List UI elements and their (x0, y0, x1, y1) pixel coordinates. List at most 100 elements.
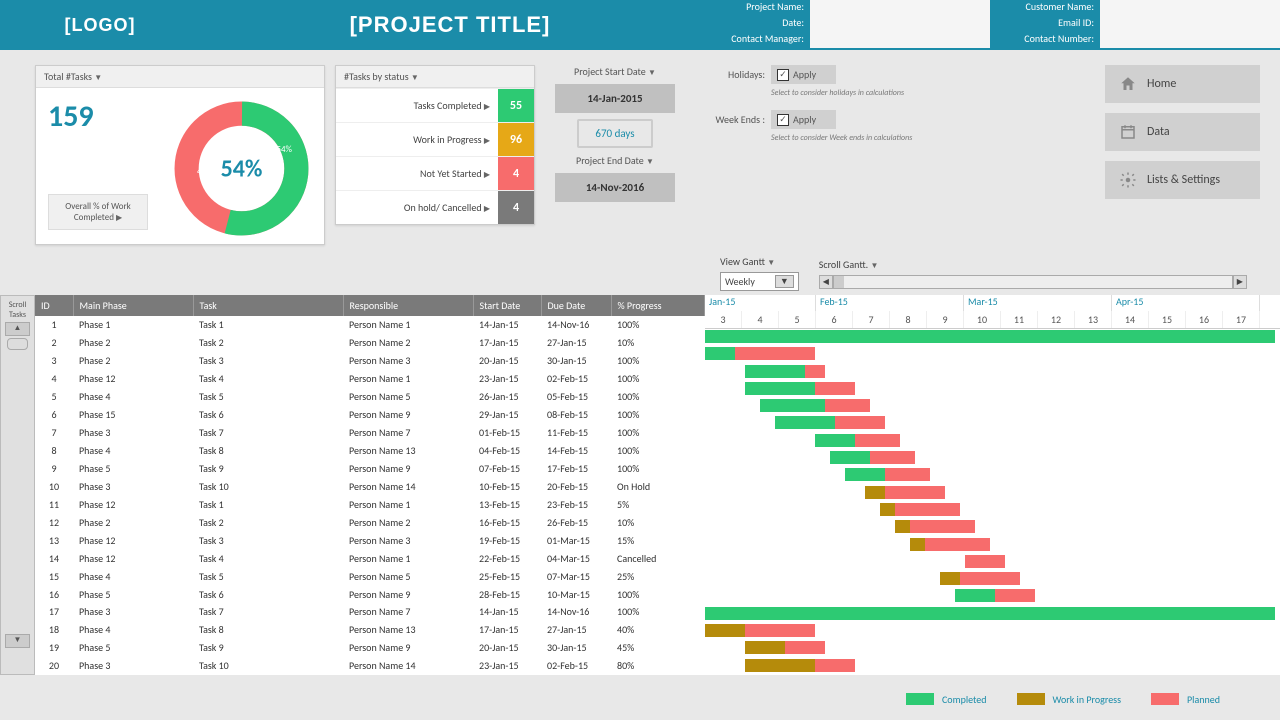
dropdown-icon[interactable]: ▼ (775, 275, 794, 288)
gantt-bar[interactable] (825, 399, 870, 412)
gantt-bar[interactable] (965, 555, 1005, 568)
gantt-bar[interactable] (705, 347, 735, 360)
gantt-bar[interactable] (705, 607, 1275, 620)
weekends-apply-button[interactable]: ✓Apply (771, 110, 836, 129)
table-row[interactable]: 7Phase 3Task 7Person Name 701-Feb-1511-F… (35, 424, 705, 442)
lists-settings-button[interactable]: Lists & Settings (1105, 161, 1260, 199)
gantt-bar[interactable] (910, 538, 925, 551)
table-row[interactable]: 10Phase 3Task 10Person Name 1410-Feb-152… (35, 477, 705, 495)
gantt-bar[interactable] (995, 589, 1035, 602)
gantt-bar[interactable] (775, 416, 835, 429)
holidays-apply-button[interactable]: ✓Apply (771, 65, 836, 84)
scroll-slider[interactable] (7, 338, 28, 350)
total-tasks-header[interactable]: Total #Tasks ▼ (36, 66, 324, 88)
table-row[interactable]: 19Phase 5Task 9Person Name 920-Jan-1530-… (35, 639, 705, 657)
table-row[interactable]: 9Phase 5Task 9Person Name 907-Feb-1517-F… (35, 460, 705, 478)
home-button[interactable]: Home (1105, 65, 1260, 103)
meta-value[interactable] (810, 0, 990, 16)
column-header[interactable]: % Progress (611, 295, 705, 316)
gantt-bar[interactable] (745, 641, 785, 654)
meta-value[interactable] (1100, 0, 1280, 16)
legend-item: Completed (906, 693, 987, 706)
column-header[interactable]: Start Date (473, 295, 541, 316)
gantt-bar[interactable] (845, 468, 885, 481)
scroll-down-button[interactable]: ▼ (5, 634, 30, 648)
view-gantt-select[interactable]: Weekly▼ (720, 272, 799, 291)
gantt-bar[interactable] (940, 572, 960, 585)
gantt-row (705, 329, 1280, 346)
scroll-up-button[interactable]: ▲ (5, 322, 30, 336)
column-header[interactable]: ID (35, 295, 73, 316)
table-row[interactable]: 8Phase 4Task 8Person Name 1304-Feb-1514-… (35, 442, 705, 460)
gantt-bar[interactable] (705, 624, 745, 637)
table-row[interactable]: 14Phase 12Task 4Person Name 122-Feb-1504… (35, 549, 705, 567)
gantt-bar[interactable] (830, 451, 870, 464)
table-row[interactable]: 2Phase 2Task 2Person Name 217-Jan-1527-J… (35, 334, 705, 352)
meta-value[interactable] (1100, 32, 1280, 48)
home-icon (1119, 75, 1137, 93)
gantt-bar[interactable] (745, 382, 815, 395)
status-row[interactable]: Work in Progress ▶96 (336, 122, 534, 156)
checkbox-icon[interactable]: ✓ (777, 114, 789, 126)
table-row[interactable]: 17Phase 3Task 7Person Name 714-Jan-1514-… (35, 603, 705, 621)
gantt-bar[interactable] (885, 468, 930, 481)
gantt-bar[interactable] (785, 641, 825, 654)
table-row[interactable]: 3Phase 2Task 3Person Name 320-Jan-1530-J… (35, 352, 705, 370)
status-row[interactable]: Tasks Completed ▶55 (336, 88, 534, 122)
gantt-bar[interactable] (870, 451, 915, 464)
scroll-left-button[interactable]: ◀ (819, 275, 833, 289)
table-row[interactable]: 4Phase 12Task 4Person Name 123-Jan-1502-… (35, 370, 705, 388)
gantt-bar[interactable] (705, 330, 1275, 343)
table-row[interactable]: 15Phase 4Task 5Person Name 525-Feb-1507-… (35, 567, 705, 585)
table-row[interactable]: 5Phase 4Task 5Person Name 526-Jan-1505-F… (35, 388, 705, 406)
table-row[interactable]: 16Phase 5Task 6Person Name 928-Feb-1510-… (35, 585, 705, 603)
table-row[interactable]: 13Phase 12Task 3Person Name 319-Feb-1501… (35, 531, 705, 549)
checkbox-icon[interactable]: ✓ (777, 69, 789, 81)
gantt-bar[interactable] (910, 520, 975, 533)
gantt-bar[interactable] (760, 399, 825, 412)
table-row[interactable]: 18Phase 4Task 8Person Name 1317-Jan-1527… (35, 621, 705, 639)
meta-value[interactable] (810, 16, 990, 32)
status-row[interactable]: On hold/ Cancelled ▶4 (336, 190, 534, 224)
column-header[interactable]: Main Phase (73, 295, 193, 316)
column-header[interactable]: Responsible (343, 295, 473, 316)
view-gantt-label[interactable]: View Gantt ▼ (720, 255, 799, 268)
status-row[interactable]: Not Yet Started ▶4 (336, 156, 534, 190)
gantt-bar[interactable] (955, 589, 995, 602)
scroll-track[interactable] (833, 275, 1233, 289)
meta-value[interactable] (1100, 16, 1280, 32)
table-row[interactable]: 12Phase 2Task 2Person Name 216-Feb-1526-… (35, 513, 705, 531)
table-row[interactable]: 6Phase 15Task 6Person Name 929-Jan-1508-… (35, 406, 705, 424)
start-date-label[interactable]: Project Start Date ▼ (574, 65, 656, 78)
gantt-bar[interactable] (815, 434, 855, 447)
gantt-bar[interactable] (835, 416, 885, 429)
data-button[interactable]: Data (1105, 113, 1260, 151)
scroll-right-button[interactable]: ▶ (1233, 275, 1247, 289)
gantt-bar[interactable] (745, 659, 815, 672)
meta-value[interactable] (810, 32, 990, 48)
scroll-thumb[interactable] (834, 276, 844, 288)
gantt-bar[interactable] (880, 503, 895, 516)
gantt-bar[interactable] (735, 347, 815, 360)
gantt-bar[interactable] (805, 365, 825, 378)
gantt-bar[interactable] (745, 624, 815, 637)
gantt-bar[interactable] (885, 486, 945, 499)
table-row[interactable]: 11Phase 12Task 1Person Name 113-Feb-1523… (35, 495, 705, 513)
overall-percent-label[interactable]: Overall % of Work Completed ▶ (48, 194, 148, 230)
gantt-bar[interactable] (815, 382, 855, 395)
gantt-bar[interactable] (865, 486, 885, 499)
gantt-bar[interactable] (895, 503, 960, 516)
gantt-bar[interactable] (960, 572, 1020, 585)
gantt-bar[interactable] (925, 538, 990, 551)
column-header[interactable]: Task (193, 295, 343, 316)
status-header[interactable]: #Tasks by status ▼ (336, 66, 534, 88)
table-row[interactable]: 1Phase 1Task 1Person Name 114-Jan-1514-N… (35, 316, 705, 334)
gantt-bar[interactable] (745, 365, 805, 378)
day-label: 8 (890, 311, 927, 328)
column-header[interactable]: Due Date (541, 295, 611, 316)
gantt-bar[interactable] (895, 520, 910, 533)
gantt-bar[interactable] (855, 434, 900, 447)
table-row[interactable]: 20Phase 3Task 10Person Name 1423-Jan-150… (35, 657, 705, 675)
gantt-bar[interactable] (815, 659, 855, 672)
end-date-label[interactable]: Project End Date ▼ (576, 154, 654, 167)
